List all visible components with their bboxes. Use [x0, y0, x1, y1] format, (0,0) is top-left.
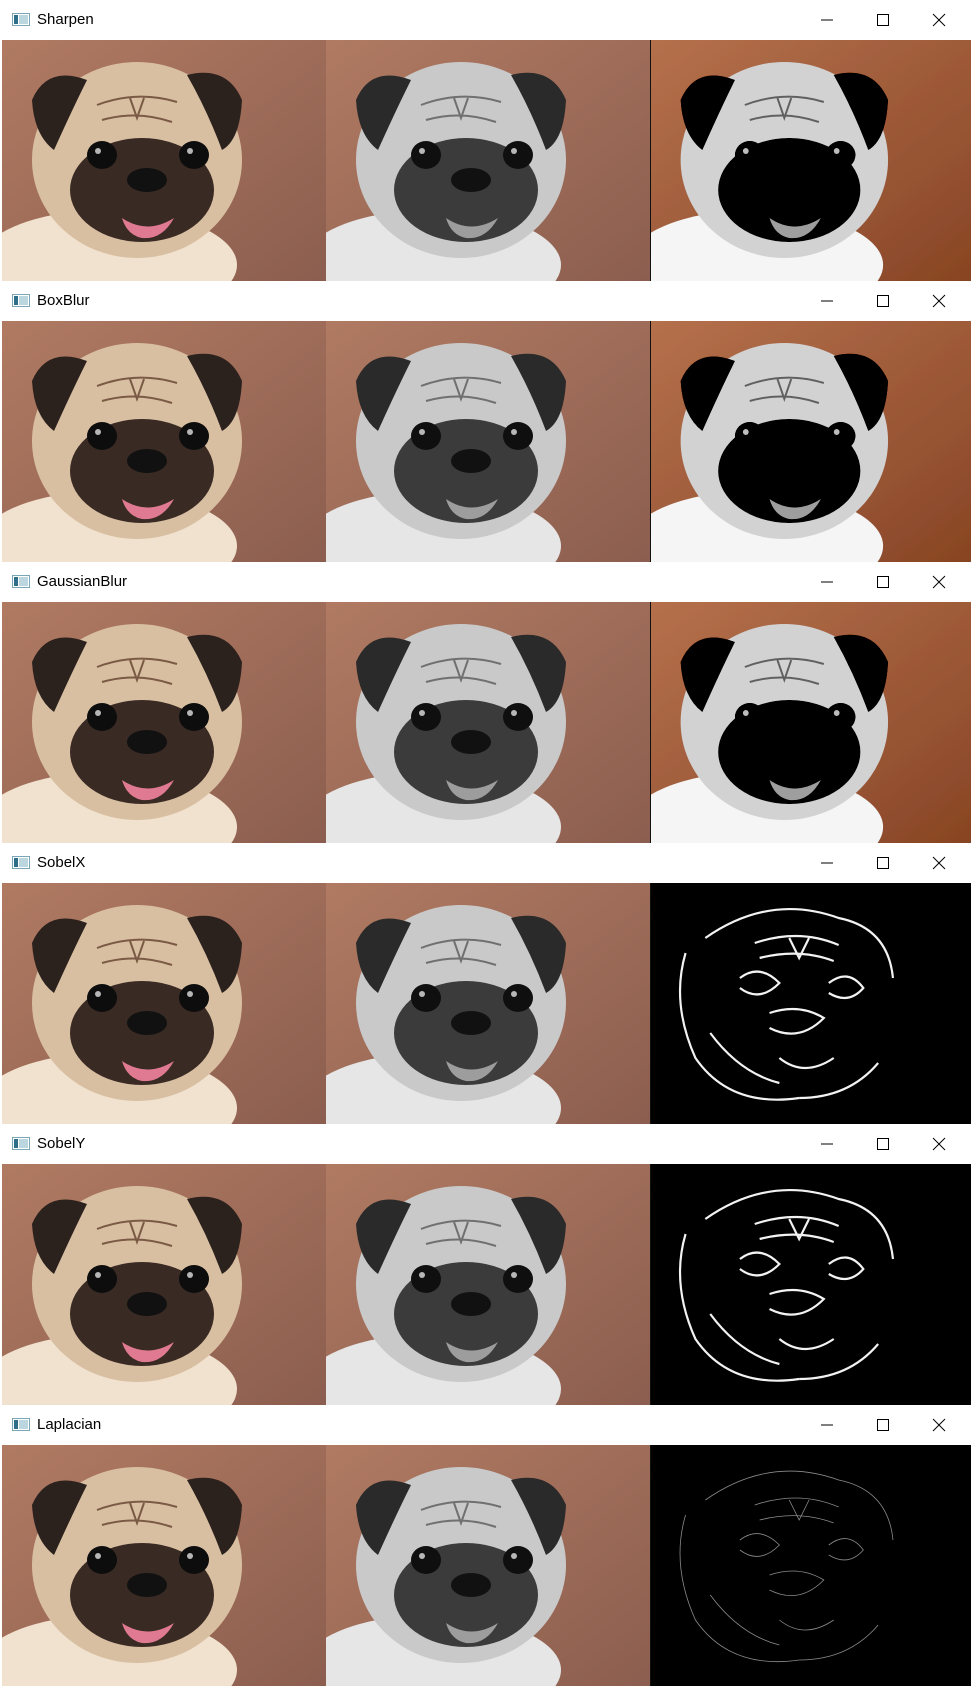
- window-app-icon: [12, 294, 30, 307]
- window-stack: Sharpen BoxBlur GaussianBlur SobelX Sobe…: [0, 0, 971, 1691]
- image-window: BoxBlur: [0, 281, 971, 562]
- minimize-icon: [821, 300, 833, 302]
- minimize-button[interactable]: [799, 843, 855, 883]
- close-icon: [932, 856, 946, 870]
- color-original-image: [2, 40, 326, 281]
- color-original-image: [2, 321, 326, 562]
- maximize-button[interactable]: [855, 1405, 911, 1445]
- title-bar[interactable]: GaussianBlur: [0, 562, 971, 602]
- image-row: [0, 602, 971, 843]
- minimize-button[interactable]: [799, 281, 855, 321]
- close-button[interactable]: [911, 1405, 967, 1445]
- filtered-image: [650, 602, 971, 843]
- grayscale-image: [326, 602, 650, 843]
- close-icon: [932, 294, 946, 308]
- image-row: [0, 883, 971, 1124]
- close-button[interactable]: [911, 281, 967, 321]
- close-button[interactable]: [911, 843, 967, 883]
- image-window: Sharpen: [0, 0, 971, 281]
- maximize-icon: [877, 295, 889, 307]
- close-icon: [932, 1137, 946, 1151]
- maximize-button[interactable]: [855, 1124, 911, 1164]
- minimize-icon: [821, 19, 833, 21]
- maximize-button[interactable]: [855, 562, 911, 602]
- image-row: [0, 40, 971, 281]
- window-app-icon: [12, 1137, 30, 1150]
- maximize-icon: [877, 1138, 889, 1150]
- window-title: SobelY: [37, 1135, 86, 1152]
- grayscale-image: [326, 321, 650, 562]
- grayscale-image: [326, 40, 650, 281]
- grayscale-image: [326, 1164, 650, 1405]
- window-app-icon: [12, 1418, 30, 1431]
- maximize-icon: [877, 1419, 889, 1431]
- window-app-icon: [12, 13, 30, 26]
- filtered-image: [650, 40, 971, 281]
- maximize-icon: [877, 857, 889, 869]
- window-title: Sharpen: [37, 11, 94, 28]
- window-app-icon: [12, 575, 30, 588]
- close-button[interactable]: [911, 1124, 967, 1164]
- image-row: [0, 321, 971, 562]
- image-row: [0, 1164, 971, 1405]
- close-button[interactable]: [911, 562, 967, 602]
- color-original-image: [2, 602, 326, 843]
- window-title: Laplacian: [37, 1416, 102, 1433]
- title-bar[interactable]: Sharpen: [0, 0, 971, 40]
- window-app-icon: [12, 856, 30, 869]
- close-button[interactable]: [911, 0, 967, 40]
- window-title: SobelX: [37, 854, 86, 871]
- image-row: [0, 1445, 971, 1686]
- filtered-image: [650, 883, 971, 1124]
- maximize-icon: [877, 576, 889, 588]
- minimize-button[interactable]: [799, 0, 855, 40]
- minimize-button[interactable]: [799, 562, 855, 602]
- minimize-icon: [821, 581, 833, 583]
- color-original-image: [2, 883, 326, 1124]
- minimize-icon: [821, 862, 833, 864]
- color-original-image: [2, 1164, 326, 1405]
- maximize-button[interactable]: [855, 0, 911, 40]
- title-bar[interactable]: SobelX: [0, 843, 971, 883]
- title-bar[interactable]: Laplacian: [0, 1405, 971, 1445]
- minimize-icon: [821, 1424, 833, 1426]
- close-icon: [932, 13, 946, 27]
- title-bar[interactable]: BoxBlur: [0, 281, 971, 321]
- filtered-image: [650, 1445, 971, 1686]
- image-window: SobelX: [0, 843, 971, 1124]
- grayscale-image: [326, 1445, 650, 1686]
- filtered-image: [650, 321, 971, 562]
- maximize-button[interactable]: [855, 843, 911, 883]
- window-title: GaussianBlur: [37, 573, 128, 590]
- minimize-button[interactable]: [799, 1405, 855, 1445]
- minimize-button[interactable]: [799, 1124, 855, 1164]
- close-icon: [932, 1418, 946, 1432]
- filtered-image: [650, 1164, 971, 1405]
- grayscale-image: [326, 883, 650, 1124]
- close-icon: [932, 575, 946, 589]
- title-bar[interactable]: SobelY: [0, 1124, 971, 1164]
- color-original-image: [2, 1445, 326, 1686]
- minimize-icon: [821, 1143, 833, 1145]
- image-window: SobelY: [0, 1124, 971, 1405]
- maximize-icon: [877, 14, 889, 26]
- image-window: GaussianBlur: [0, 562, 971, 843]
- window-title: BoxBlur: [37, 292, 90, 309]
- maximize-button[interactable]: [855, 281, 911, 321]
- image-window: Laplacian: [0, 1405, 971, 1686]
